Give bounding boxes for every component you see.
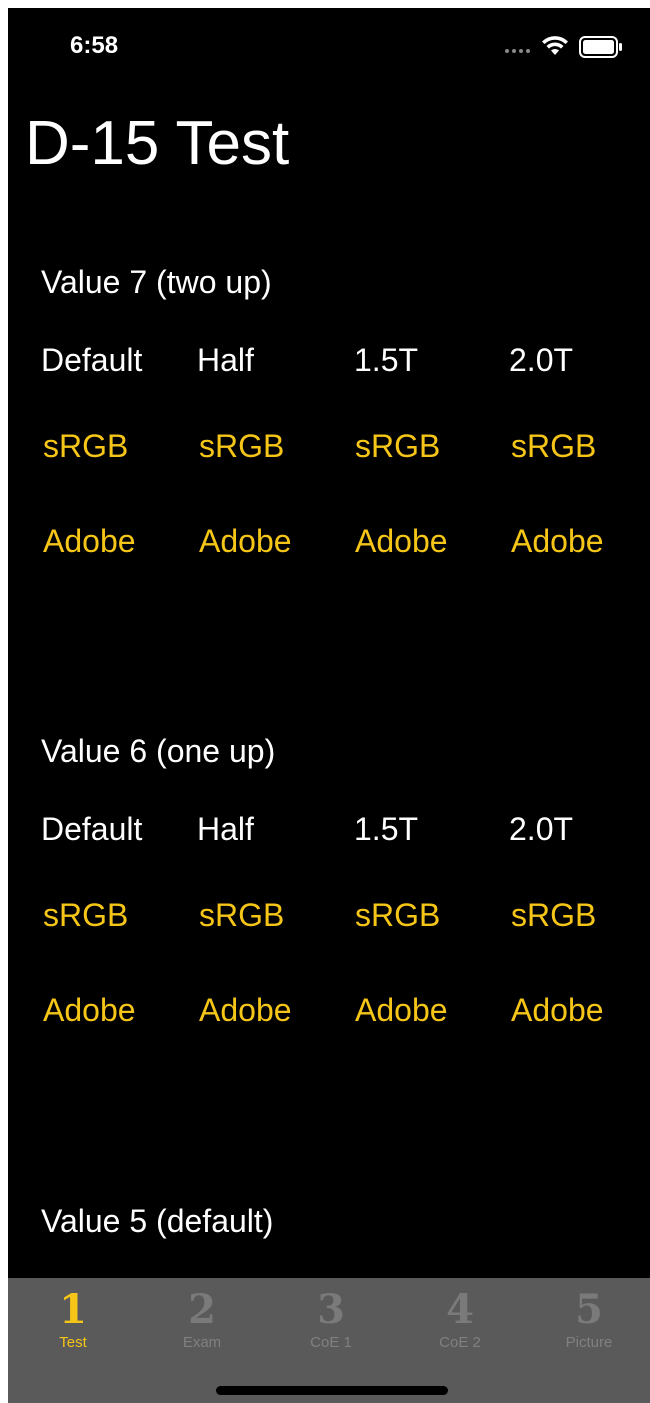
column-header-row: Default Half 1.5T 2.0T: [8, 811, 650, 859]
column-label-half: Half: [197, 811, 254, 847]
column-label-1-5t: 1.5T: [354, 811, 419, 847]
section-heading: Value 5 (default): [41, 1203, 274, 1239]
srgb-2-0t-button[interactable]: sRGB: [511, 897, 596, 934]
tab-label: Exam: [182, 1334, 222, 1351]
tab-bar: 1 Test 2 Exam 3 CoE 1 4 CoE 2 5 Picture: [8, 1278, 650, 1403]
srgb-1-5t-button[interactable]: sRGB: [355, 428, 440, 465]
tab-number-5-icon: 5: [575, 1286, 603, 1333]
adobe-half-button[interactable]: Adobe: [199, 992, 292, 1029]
adobe-half-button[interactable]: Adobe: [199, 523, 292, 560]
adobe-default-button[interactable]: Adobe: [43, 992, 136, 1029]
tab-coe-2[interactable]: 4 CoE 2: [400, 1286, 520, 1352]
column-label-2-0t: 2.0T: [509, 342, 574, 378]
column-label-1-5t: 1.5T: [354, 342, 419, 378]
cellular-signal-icon: [505, 49, 530, 53]
srgb-default-button[interactable]: sRGB: [43, 428, 128, 465]
app-screen: 6:58 D-15 Test Value 7 (two up) Default …: [8, 8, 650, 1403]
srgb-row: sRGB sRGB sRGB sRGB: [8, 428, 650, 476]
section-heading: Value 6 (one up): [41, 733, 276, 769]
tab-test[interactable]: 1 Test: [13, 1286, 133, 1352]
tab-number-2-icon: 2: [188, 1286, 216, 1333]
battery-icon: [579, 36, 622, 58]
srgb-half-button[interactable]: sRGB: [199, 897, 284, 934]
srgb-default-button[interactable]: sRGB: [43, 897, 128, 934]
tab-number-4-icon: 4: [446, 1286, 474, 1333]
adobe-default-button[interactable]: Adobe: [43, 523, 136, 560]
home-indicator[interactable]: [216, 1386, 448, 1395]
status-time: 6:58: [70, 32, 119, 59]
srgb-half-button[interactable]: sRGB: [199, 428, 284, 465]
column-label-default: Default: [41, 811, 143, 847]
adobe-1-5t-button[interactable]: Adobe: [355, 992, 448, 1029]
adobe-row: Adobe Adobe Adobe Adobe: [8, 992, 650, 1040]
adobe-row: Adobe Adobe Adobe Adobe: [8, 523, 650, 571]
tab-label: Test: [59, 1334, 87, 1351]
tab-number-1-icon: 1: [59, 1286, 87, 1333]
tab-label: CoE 1: [310, 1334, 352, 1351]
column-label-default: Default: [41, 342, 143, 378]
adobe-1-5t-button[interactable]: Adobe: [355, 523, 448, 560]
section-heading: Value 7 (two up): [41, 264, 272, 300]
tab-exam[interactable]: 2 Exam: [142, 1286, 262, 1352]
tab-number-3-icon: 3: [317, 1286, 345, 1333]
column-label-half: Half: [197, 342, 254, 378]
wifi-icon: [542, 36, 568, 55]
status-bar: 6:58: [8, 8, 650, 88]
srgb-row: sRGB sRGB sRGB sRGB: [8, 897, 650, 945]
adobe-2-0t-button[interactable]: Adobe: [511, 523, 604, 560]
tab-label: CoE 2: [439, 1334, 481, 1351]
page-title: D-15 Test: [25, 109, 290, 178]
tab-coe-1[interactable]: 3 CoE 1: [271, 1286, 391, 1352]
srgb-1-5t-button[interactable]: sRGB: [355, 897, 440, 934]
tab-picture[interactable]: 5 Picture: [529, 1286, 649, 1352]
column-label-2-0t: 2.0T: [509, 811, 574, 847]
adobe-2-0t-button[interactable]: Adobe: [511, 992, 604, 1029]
tab-label: Picture: [565, 1334, 613, 1351]
column-header-row: Default Half 1.5T 2.0T: [8, 342, 650, 390]
srgb-2-0t-button[interactable]: sRGB: [511, 428, 596, 465]
